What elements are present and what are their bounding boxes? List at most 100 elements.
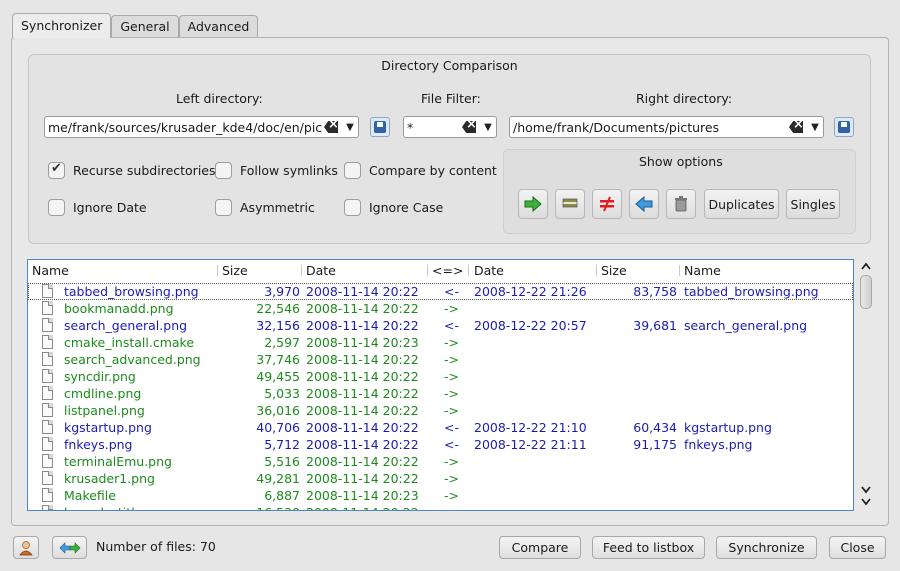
scroll-down-icons[interactable]	[860, 485, 872, 509]
swap-sides-button[interactable]	[52, 536, 87, 559]
cell-size: 6,887	[264, 488, 300, 503]
follow-symlinks-checkbox[interactable]: Follow symlinks	[215, 162, 338, 179]
file-icon	[42, 488, 53, 502]
column-size[interactable]: Size	[222, 263, 248, 278]
cell-rdate: 2008-12-22 21:11	[474, 437, 587, 452]
cell-date: 2008-11-14 20:22	[306, 471, 419, 486]
column-separator	[217, 265, 218, 276]
table-row[interactable]: bookmanadd.png 22,546 2008-11-14 20:22 ->	[28, 300, 853, 317]
file-filter-combo[interactable]: * ▼	[403, 116, 497, 138]
file-list[interactable]: Name Size Date <=> Date Size Name tabbed…	[27, 259, 854, 511]
ignore-date-checkbox[interactable]: Ignore Date	[48, 199, 147, 216]
tab-advanced[interactable]: Advanced	[178, 15, 259, 38]
cell-size: 40,706	[256, 420, 300, 435]
table-row[interactable]: cmake_install.cmake 2,597 2008-11-14 20:23…	[28, 334, 853, 351]
file-icon	[42, 471, 53, 485]
table-row[interactable]: kgstartup.png 40,706 2008-11-14 20:22 <- 200…	[28, 419, 853, 436]
left-directory-value[interactable]: me/frank/sources/krusader_kde4/doc/en/pi…	[45, 120, 322, 135]
table-row[interactable]: search_general.png 32,156 2008-11-14 20:22…	[28, 317, 853, 334]
checkbox-icon[interactable]	[48, 199, 65, 216]
chevron-down-icon[interactable]: ▼	[342, 122, 358, 133]
profile-button[interactable]	[13, 536, 39, 559]
chevron-down-icon[interactable]: ▼	[480, 122, 496, 133]
show-left-to-right-button[interactable]	[629, 189, 659, 219]
list-header: Name Size Date <=> Date Size Name	[28, 260, 853, 281]
cell-rsize: 60,434	[633, 420, 677, 435]
right-save-icon[interactable]	[834, 117, 854, 137]
show-right-to-left-button[interactable]	[518, 189, 548, 219]
checkbox-icon[interactable]	[344, 199, 361, 216]
table-row[interactable]: cmdline.png 5,033 2008-11-14 20:22 ->	[28, 385, 853, 402]
column-right-name[interactable]: Name	[684, 263, 721, 278]
compare-by-content-checkbox[interactable]: Compare by content	[344, 162, 497, 179]
table-row[interactable]: fnkeys.png 5,712 2008-11-14 20:22 <- 2008-12…	[28, 436, 853, 453]
checkbox-icon[interactable]	[48, 161, 65, 179]
clear-icon[interactable]	[322, 117, 340, 134]
left-directory-label: Left directory:	[176, 91, 263, 106]
right-directory-value[interactable]: /home/frank/Documents/pictures	[510, 120, 787, 135]
checkbox-icon[interactable]	[344, 162, 361, 179]
file-filter-value[interactable]: *	[404, 120, 460, 135]
column-separator	[427, 265, 428, 276]
singles-button[interactable]: Singles	[786, 189, 840, 219]
cell-dir: <-	[444, 437, 459, 452]
table-row[interactable]: terminalEmu.png 5,516 2008-11-14 20:22 ->	[28, 453, 853, 470]
scrollbar-thumb[interactable]	[860, 275, 872, 309]
table-row[interactable]: search_advanced.png 37,746 2008-11-14 20:2…	[28, 351, 853, 368]
ignore-case-label: Ignore Case	[369, 200, 444, 215]
show-differs-button[interactable]	[592, 189, 622, 219]
table-row[interactable]: tabbed_browsing.png 3,970 2008-11-14 20:22…	[28, 283, 853, 300]
cell-date: 2008-11-14 20:22	[306, 386, 419, 401]
cell-dir: ->	[444, 335, 459, 350]
close-button[interactable]: Close	[829, 536, 886, 559]
cell-size: 2,597	[264, 335, 300, 350]
cell-name: bookmanadd.png	[64, 301, 174, 316]
column-right-size[interactable]: Size	[601, 263, 627, 278]
file-icon	[42, 369, 53, 383]
cell-rsize: 39,681	[633, 318, 677, 333]
column-separator	[468, 265, 469, 276]
table-row[interactable]: Makefile 6,887 2008-11-14 20:23 ->	[28, 487, 853, 504]
checkbox-icon[interactable]	[215, 162, 232, 179]
cell-name: search_general.png	[64, 318, 188, 333]
chevron-down-icon[interactable]: ▼	[807, 122, 823, 133]
cell-dir: ->	[444, 301, 459, 316]
clear-icon[interactable]	[787, 117, 805, 134]
tab-bar: Synchronizer General Advanced	[12, 13, 259, 38]
synchronize-button[interactable]: Synchronize	[716, 536, 817, 559]
table-row[interactable]: syncdir.png 49,455 2008-11-14 20:22 ->	[28, 368, 853, 385]
show-equals-button[interactable]	[555, 189, 585, 219]
right-directory-combo[interactable]: /home/frank/Documents/pictures ▼	[509, 116, 824, 138]
column-direction[interactable]: <=>	[432, 263, 463, 278]
table-row[interactable]: krusader1.png 49,281 2008-11-14 20:22 ->	[28, 470, 853, 487]
checkbox-icon[interactable]	[215, 199, 232, 216]
feed-to-listbox-button[interactable]: Feed to listbox	[592, 536, 705, 559]
asymmetric-checkbox[interactable]: Asymmetric	[215, 199, 315, 216]
tab-synchronizer[interactable]: Synchronizer	[12, 13, 112, 38]
file-icon	[42, 318, 53, 332]
recurse-subdirectories-checkbox[interactable]: Recurse subdirectories	[48, 161, 216, 179]
left-directory-combo[interactable]: me/frank/sources/krusader_kde4/doc/en/pi…	[44, 116, 359, 138]
table-row[interactable]: konsole_title 16,530 2008-11-14 20:22 ->	[28, 504, 853, 510]
left-save-icon[interactable]	[370, 117, 390, 137]
column-name[interactable]: Name	[32, 263, 69, 278]
file-icon	[42, 301, 53, 315]
clear-icon[interactable]	[460, 117, 478, 134]
tab-general[interactable]: General	[111, 15, 179, 38]
ignore-case-checkbox[interactable]: Ignore Case	[344, 199, 443, 216]
table-row[interactable]: listpanel.png 36,016 2008-11-14 20:22 ->	[28, 402, 853, 419]
cell-name: cmake_install.cmake	[64, 335, 195, 350]
asymmetric-label: Asymmetric	[240, 200, 315, 215]
show-trash-button[interactable]	[666, 189, 696, 219]
column-date[interactable]: Date	[306, 263, 336, 278]
cell-name: Makefile	[64, 488, 116, 503]
cell-dir: ->	[444, 505, 459, 510]
column-right-date[interactable]: Date	[474, 263, 504, 278]
compare-button[interactable]: Compare	[499, 536, 581, 559]
scroll-up-icon[interactable]	[860, 261, 872, 271]
duplicates-button[interactable]: Duplicates	[704, 189, 779, 219]
cell-size: 5,033	[264, 386, 300, 401]
cell-rname: search_general.png	[684, 318, 808, 333]
cell-date: 2008-11-14 20:22	[306, 352, 419, 367]
file-filter-label: File Filter:	[421, 91, 481, 106]
